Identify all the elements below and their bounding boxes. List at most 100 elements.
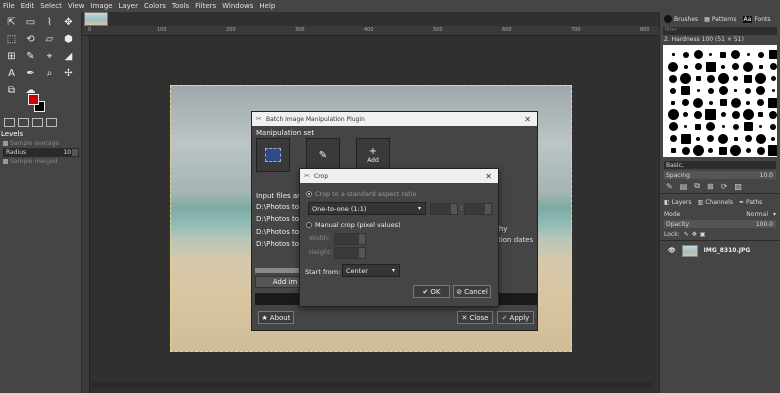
brush-swatch[interactable] <box>668 122 678 131</box>
tool-icon[interactable]: ⧉ <box>2 82 21 99</box>
brush-swatch[interactable] <box>742 109 754 120</box>
file-list-item[interactable]: D:\Photos to l <box>256 215 303 223</box>
menu-file[interactable]: File <box>3 2 15 10</box>
brush-swatch[interactable] <box>756 86 765 95</box>
brush-swatch[interactable] <box>706 122 715 131</box>
tab-fonts[interactable]: Aa Fonts <box>742 15 771 23</box>
tool-icon[interactable]: A <box>2 65 21 82</box>
brush-swatch[interactable] <box>734 89 737 92</box>
brush-swatch[interactable] <box>706 74 715 83</box>
tool-icon[interactable]: ⬚ <box>2 31 21 48</box>
brush-swatch[interactable] <box>757 99 764 106</box>
close-button[interactable]: ✕ Close <box>457 311 493 324</box>
brush-swatch[interactable] <box>682 51 689 58</box>
file-list-item[interactable]: D:\Photos to l <box>256 203 303 211</box>
brush-swatch[interactable] <box>681 86 690 95</box>
height-spinner[interactable] <box>334 247 366 259</box>
brush-swatch[interactable] <box>667 109 679 120</box>
brush-swatch[interactable] <box>743 61 753 72</box>
aspect-ratio-option[interactable]: Crop to a standard aspect ratio <box>306 190 416 198</box>
menu-image[interactable]: Image <box>91 2 113 10</box>
brush-swatch[interactable] <box>669 74 677 83</box>
brush-swatch[interactable] <box>680 73 691 84</box>
brush-swatch[interactable] <box>757 51 764 58</box>
brush-swatch[interactable] <box>708 148 713 153</box>
brush-swatch[interactable] <box>707 135 714 142</box>
tab-paths[interactable]: ✒ Paths <box>739 199 762 206</box>
menu-help[interactable]: Help <box>259 2 275 10</box>
tab-brushes[interactable]: Brushes <box>664 15 698 23</box>
brush-swatch[interactable] <box>755 133 766 144</box>
brush-swatch[interactable] <box>732 123 739 130</box>
close-icon[interactable]: ✕ <box>524 115 531 124</box>
mode-row[interactable]: Mode Normal ▾ <box>660 209 780 219</box>
brush-swatch[interactable] <box>719 99 727 106</box>
brush-preset-row[interactable]: Basic, <box>660 160 780 170</box>
brush-grid[interactable] <box>663 45 777 157</box>
save-tool-preset-icon[interactable] <box>4 118 15 127</box>
tool-icon[interactable]: ⌖ <box>40 48 59 65</box>
mode-value[interactable]: Normal <box>746 211 768 218</box>
brush-swatch[interactable] <box>684 125 687 128</box>
brush-swatch[interactable] <box>733 76 738 81</box>
eye-icon[interactable]: 👁 <box>668 247 676 254</box>
menu-select[interactable]: Select <box>40 2 62 10</box>
manipulation-slot-2[interactable]: ✎ <box>306 138 340 172</box>
brush-swatch[interactable] <box>768 97 777 108</box>
spin-down-icon[interactable] <box>451 209 457 214</box>
brush-swatch[interactable] <box>718 133 728 144</box>
tab-channels[interactable]: ▥ Channels <box>698 199 733 206</box>
brush-swatch[interactable] <box>743 122 753 131</box>
menu-view[interactable]: View <box>68 2 85 10</box>
brush-swatch[interactable] <box>770 123 776 130</box>
brush-swatch[interactable] <box>682 99 689 106</box>
brush-swatch[interactable] <box>683 64 688 69</box>
brush-swatch[interactable] <box>758 64 763 69</box>
ok-button[interactable]: ✔ OK <box>413 285 450 298</box>
brush-swatch[interactable] <box>669 135 677 142</box>
brush-swatch[interactable] <box>732 63 739 70</box>
image-tab-thumbnail[interactable] <box>84 12 108 26</box>
brush-swatch[interactable] <box>670 148 676 153</box>
brush-swatch[interactable] <box>709 53 712 56</box>
brush-swatch[interactable] <box>733 136 738 141</box>
tool-icon[interactable]: ◢ <box>59 48 78 65</box>
ratio-width-spinner[interactable] <box>430 203 458 215</box>
brush-swatch[interactable] <box>730 97 741 108</box>
brush-swatch[interactable] <box>671 53 675 56</box>
spin-down-icon[interactable] <box>485 209 491 214</box>
lock-icons[interactable]: ✎✥▣ <box>684 231 709 238</box>
radius-field[interactable]: Radius 10 <box>3 148 79 157</box>
brush-swatch[interactable] <box>720 112 726 117</box>
brush-swatch[interactable] <box>719 146 727 155</box>
radius-spinner[interactable] <box>72 149 78 156</box>
edit-brush-icon[interactable]: ✎ <box>666 182 673 191</box>
brush-swatch[interactable] <box>707 87 714 94</box>
brush-swatch[interactable] <box>745 87 751 94</box>
brush-swatch[interactable] <box>683 112 688 117</box>
spin-down-icon[interactable] <box>359 253 365 258</box>
brush-swatch[interactable] <box>696 136 700 141</box>
ratio-height-spinner[interactable] <box>464 203 492 215</box>
apply-button[interactable]: ✔ Apply <box>497 311 534 324</box>
add-manipulation-button[interactable]: + Add <box>356 138 390 172</box>
foreground-color[interactable] <box>28 94 39 105</box>
chevron-down-icon[interactable]: ▾ <box>773 211 776 218</box>
tool-icon[interactable]: ⬢ <box>59 31 78 48</box>
brush-swatch[interactable] <box>693 97 703 108</box>
tool-icon[interactable]: ⌇ <box>40 14 59 31</box>
tool-icon[interactable]: ✎ <box>21 48 40 65</box>
brush-swatch[interactable] <box>671 100 675 105</box>
tool-icon[interactable]: ⟲ <box>21 31 40 48</box>
aspect-ratio-select[interactable]: One-to-one (1:1) ▾ <box>308 202 426 215</box>
brush-swatch[interactable] <box>720 51 726 58</box>
brush-swatch[interactable] <box>681 146 690 155</box>
brush-swatch[interactable] <box>769 63 777 70</box>
crop-manipulation-slot[interactable] <box>256 138 290 172</box>
refresh-brushes-icon[interactable]: ⟳ <box>721 182 728 191</box>
brush-swatch[interactable] <box>745 148 751 153</box>
menu-edit[interactable]: Edit <box>21 2 35 10</box>
brush-swatch[interactable] <box>694 110 702 119</box>
brush-swatch[interactable] <box>696 89 700 92</box>
spin-down-icon[interactable] <box>359 239 365 244</box>
